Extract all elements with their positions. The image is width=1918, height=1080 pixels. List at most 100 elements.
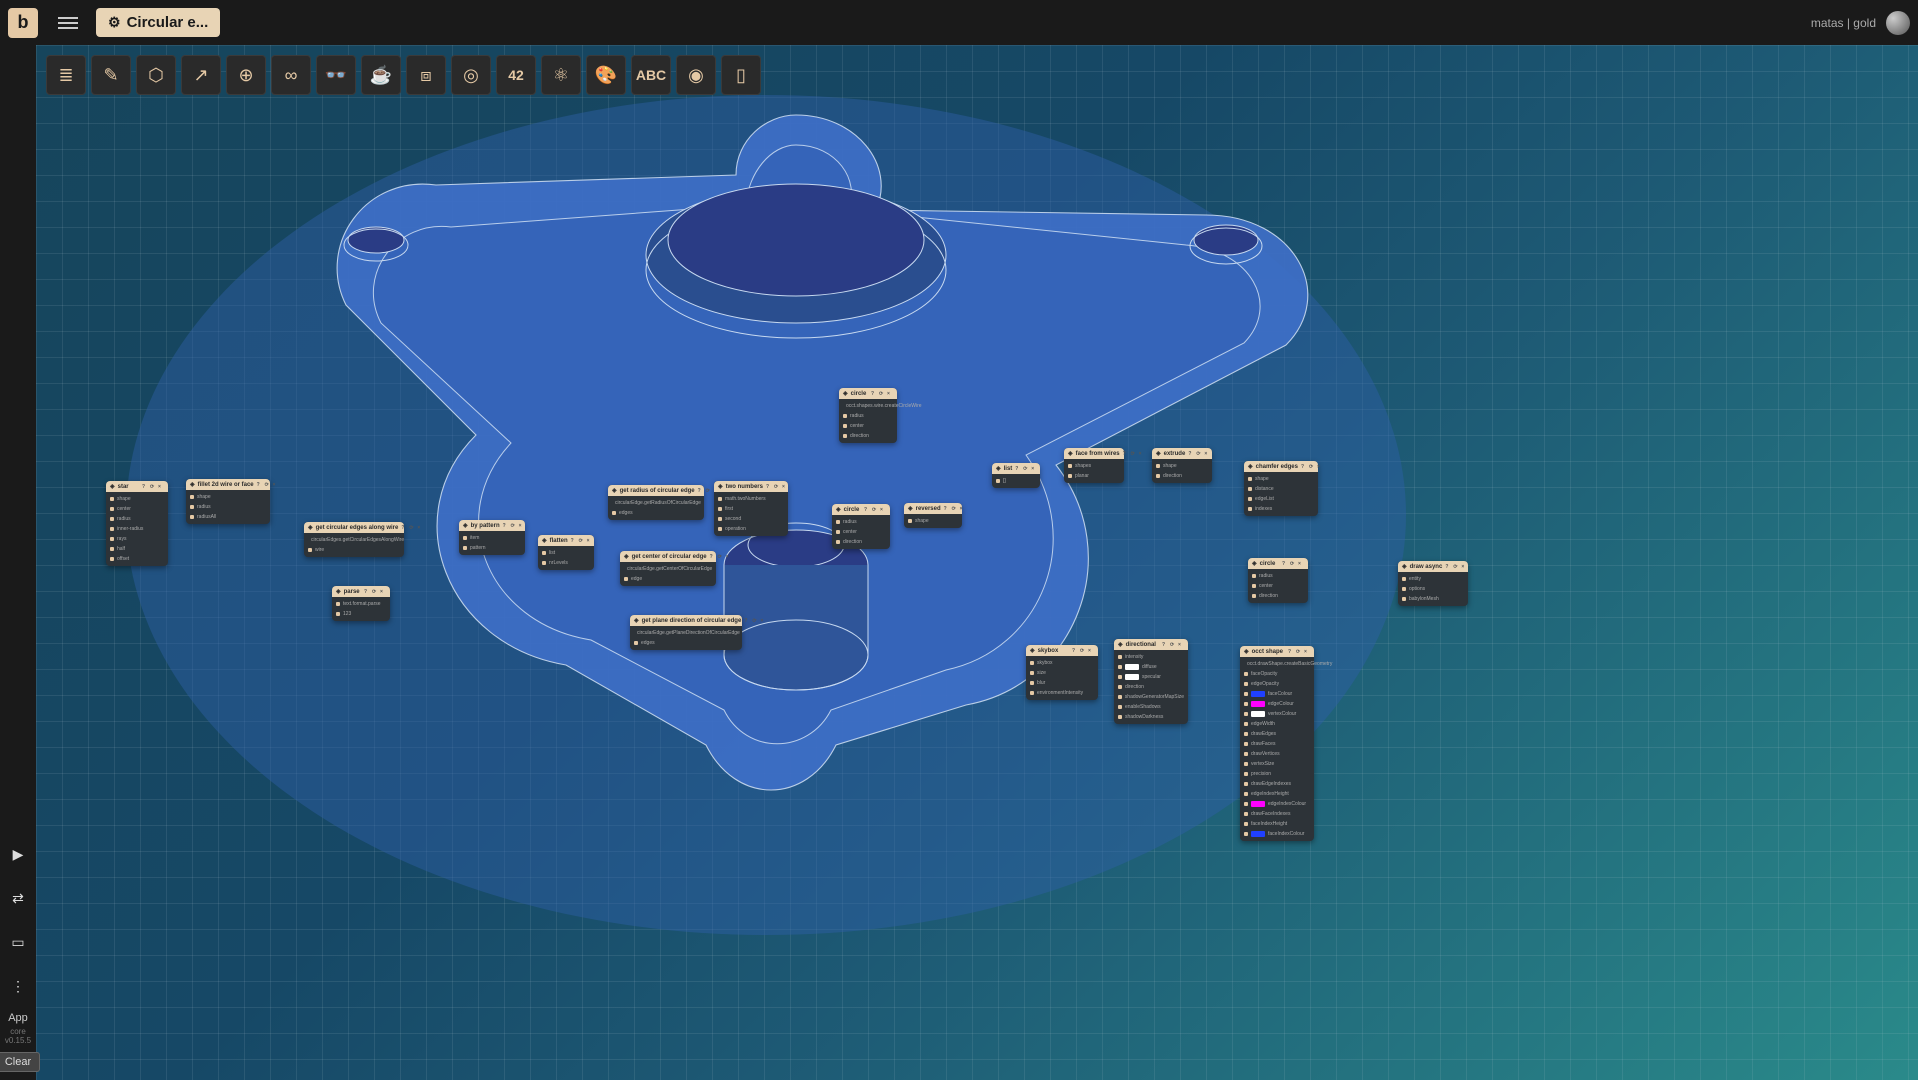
node-port-row[interactable]: edgeList	[1248, 495, 1314, 503]
node-header[interactable]: ◈draw async?⟳×	[1398, 561, 1468, 572]
node-port-row[interactable]: edgeOpacity	[1244, 680, 1310, 688]
node-header[interactable]: ◈list?⟳×	[992, 463, 1040, 474]
node-header[interactable]: ◈circle?⟳×	[839, 388, 897, 399]
node-port-row[interactable]: enableShadows	[1118, 703, 1184, 711]
list-icon[interactable]: ≣	[46, 55, 86, 95]
node-getplane[interactable]: ◈get plane direction of circular edge?⟳×…	[630, 615, 742, 650]
node-fillet[interactable]: ◈fillet 2d wire or face?⟳×shaperadiusrad…	[186, 479, 270, 524]
hex-icon[interactable]: ⬡	[136, 55, 176, 95]
canvas[interactable]: ≣✎⬡↗⊕∞👓☕⧈◎42⚛🎨ABC◉▯ ◈star?⟳×shapecenterr…	[36, 45, 1918, 1080]
node-port-row[interactable]: center	[1252, 582, 1304, 590]
folder-icon[interactable]: ▭	[6, 930, 30, 954]
arrow-icon[interactable]: ↗	[181, 55, 221, 95]
swap-icon[interactable]: ⇄	[6, 886, 30, 910]
node-header[interactable]: ◈get radius of circular edge?⟳×	[608, 485, 704, 496]
node-circle2[interactable]: ◈circle?⟳×radiuscenterdirection	[832, 504, 890, 549]
node-port-row[interactable]: intensity	[1118, 653, 1184, 661]
node-port-row[interactable]: radius	[843, 412, 893, 420]
node-port-row[interactable]: radius	[190, 503, 266, 511]
node-port-row[interactable]: shape	[908, 517, 958, 525]
node-port-row[interactable]: shadowDarkness	[1118, 713, 1184, 721]
node-port-row[interactable]: edgeIndexHeight	[1244, 790, 1310, 798]
node-port-row[interactable]: []	[996, 477, 1036, 485]
node-port-row[interactable]: drawEdgeIndexes	[1244, 780, 1310, 788]
node-port-row[interactable]: list	[542, 549, 590, 557]
clear-button[interactable]: Clear	[0, 1052, 40, 1072]
node-port-row[interactable]: faceColour	[1244, 690, 1310, 698]
node-port-row[interactable]: circularEdge.getRadiusOfCircularEdge	[612, 499, 700, 507]
node-header[interactable]: ◈occt shape?⟳×	[1240, 646, 1314, 657]
node-parse[interactable]: ◈parse?⟳× text.format.parse 123	[332, 586, 390, 621]
node-port-row[interactable]: shape	[110, 495, 164, 503]
node-port-row[interactable]: faceIndexHeight	[1244, 820, 1310, 828]
node-port-row[interactable]: shape	[190, 493, 266, 501]
node-port-row[interactable]: edges	[634, 639, 738, 647]
node-flatten[interactable]: ◈flatten?⟳×listnrLevels	[538, 535, 594, 570]
node-header[interactable]: ◈get circular edges along wire?⟳×	[304, 522, 404, 533]
node-bypattern[interactable]: ◈by pattern?⟳×itempattern	[459, 520, 525, 555]
node-port-row[interactable]: blur	[1030, 679, 1094, 687]
node-port-row[interactable]: half	[110, 545, 164, 553]
node-port-row[interactable]: rays	[110, 535, 164, 543]
node-port-row[interactable]: vertexSize	[1244, 760, 1310, 768]
node-port-row[interactable]: skybox	[1030, 659, 1094, 667]
node-header[interactable]: ◈parse?⟳×	[332, 586, 390, 597]
node-port-row[interactable]: precision	[1244, 770, 1310, 778]
node-port-row[interactable]: direction	[843, 432, 893, 440]
node-port-row[interactable]: edgeColour	[1244, 700, 1310, 708]
node-header[interactable]: ◈get plane direction of circular edge?⟳×	[630, 615, 742, 626]
menu-icon[interactable]	[58, 17, 78, 29]
node-getradius[interactable]: ◈get radius of circular edge?⟳× circularE…	[608, 485, 704, 520]
node-port-row[interactable]: drawFaceIndexes	[1244, 810, 1310, 818]
node-port-row[interactable]: occt.drawShape.createBasicGeometry	[1244, 660, 1310, 668]
node-header[interactable]: ◈extrude?⟳×	[1152, 448, 1212, 459]
glasses-icon[interactable]: 👓	[316, 55, 356, 95]
node-port-row[interactable]: shadowGeneratorMapSize	[1118, 693, 1184, 701]
node-header[interactable]: ◈reversed?⟳×	[904, 503, 962, 514]
node-port-row[interactable]: center	[843, 422, 893, 430]
node-header[interactable]: ◈circle?⟳×	[832, 504, 890, 515]
node-port-row[interactable]: vertexColour	[1244, 710, 1310, 718]
app-logo[interactable]: b	[8, 8, 38, 38]
node-twonum[interactable]: ◈two numbers?⟳×math.twoNumbersfirstsecon…	[714, 481, 788, 536]
node-reversed[interactable]: ◈reversed?⟳× shape	[904, 503, 962, 528]
orbs-icon[interactable]: ◎	[451, 55, 491, 95]
node-port-row[interactable]: operation	[718, 525, 784, 533]
node-circle1[interactable]: ◈circle?⟳×occt.shapes.wire.createCircleW…	[839, 388, 897, 443]
palette-icon[interactable]: 🎨	[586, 55, 626, 95]
avatar[interactable]	[1886, 11, 1910, 35]
node-port-row[interactable]: options	[1402, 585, 1464, 593]
node-port-row[interactable]: drawEdges	[1244, 730, 1310, 738]
node-port-row[interactable]: inner-radius	[110, 525, 164, 533]
wand-icon[interactable]: ✎	[91, 55, 131, 95]
number-icon[interactable]: 42	[496, 55, 536, 95]
node-port-row[interactable]: second	[718, 515, 784, 523]
node-header[interactable]: ◈circle?⟳×	[1248, 558, 1308, 569]
spiral-icon[interactable]: ◉	[676, 55, 716, 95]
user-label[interactable]: matas | gold	[1811, 16, 1876, 30]
abc-icon[interactable]: ABC	[631, 55, 671, 95]
node-port-row[interactable]: nrLevels	[542, 559, 590, 567]
node-header[interactable]: ◈two numbers?⟳×	[714, 481, 788, 492]
node-port-row[interactable]: direction	[1156, 472, 1208, 480]
node-star[interactable]: ◈star?⟳× shape center radius inner-radius ray…	[106, 481, 168, 566]
node-port-row[interactable]: edges	[612, 509, 700, 517]
node-port-row[interactable]: babylonMesh	[1402, 595, 1464, 603]
target-icon[interactable]: ⊕	[226, 55, 266, 95]
node-port-row[interactable]: faceIndexColour	[1244, 830, 1310, 838]
node-port-row[interactable]: drawVertices	[1244, 750, 1310, 758]
node-port-row[interactable]: specular	[1118, 673, 1184, 681]
node-circle3[interactable]: ◈circle?⟳×radiuscenterdirection	[1248, 558, 1308, 603]
more-icon[interactable]: ⋮	[6, 974, 30, 998]
node-port-row[interactable]: 123	[336, 610, 386, 618]
node-port-row[interactable]: center	[110, 505, 164, 513]
node-port-row[interactable]: radiusAll	[190, 513, 266, 521]
molecule-icon[interactable]: ⚛	[541, 55, 581, 95]
node-port-row[interactable]: text.format.parse	[336, 600, 386, 608]
node-port-row[interactable]: shape	[1248, 475, 1314, 483]
node-port-row[interactable]: entity	[1402, 575, 1464, 583]
node-header[interactable]: ◈star?⟳×	[106, 481, 168, 492]
node-header[interactable]: ◈face from wires?⟳×	[1064, 448, 1124, 459]
node-port-row[interactable]: radius	[110, 515, 164, 523]
play-icon[interactable]: ▶	[6, 842, 30, 866]
